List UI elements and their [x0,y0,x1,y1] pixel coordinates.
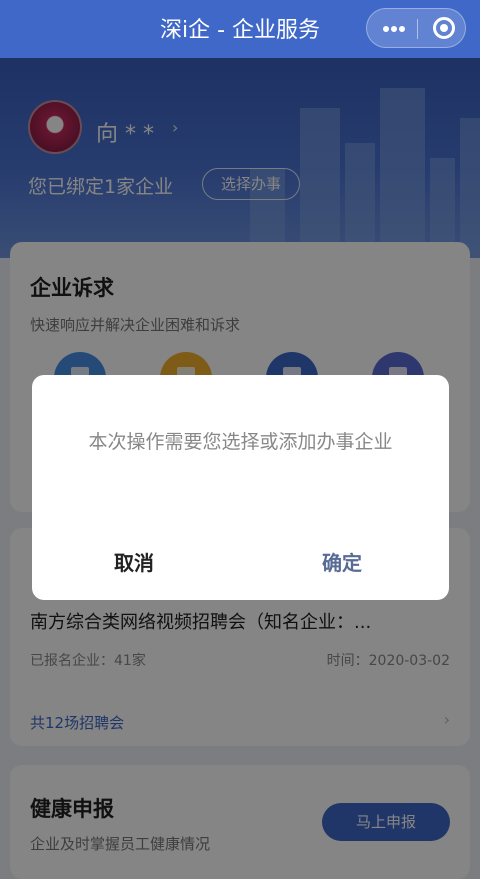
confirm-dialog: 本次操作需要您选择或添加办事企业 取消 确定 [32,375,449,600]
mini-program-capsule [366,8,466,48]
capsule-divider [417,19,418,39]
close-target-icon[interactable] [433,17,455,39]
nav-bar: 深i企 - 企业服务 [0,0,480,58]
more-dots-icon[interactable] [383,26,405,32]
dialog-message: 本次操作需要您选择或添加办事企业 [88,431,393,453]
cancel-button[interactable]: 取消 [114,547,154,576]
confirm-button[interactable]: 确定 [322,547,362,576]
